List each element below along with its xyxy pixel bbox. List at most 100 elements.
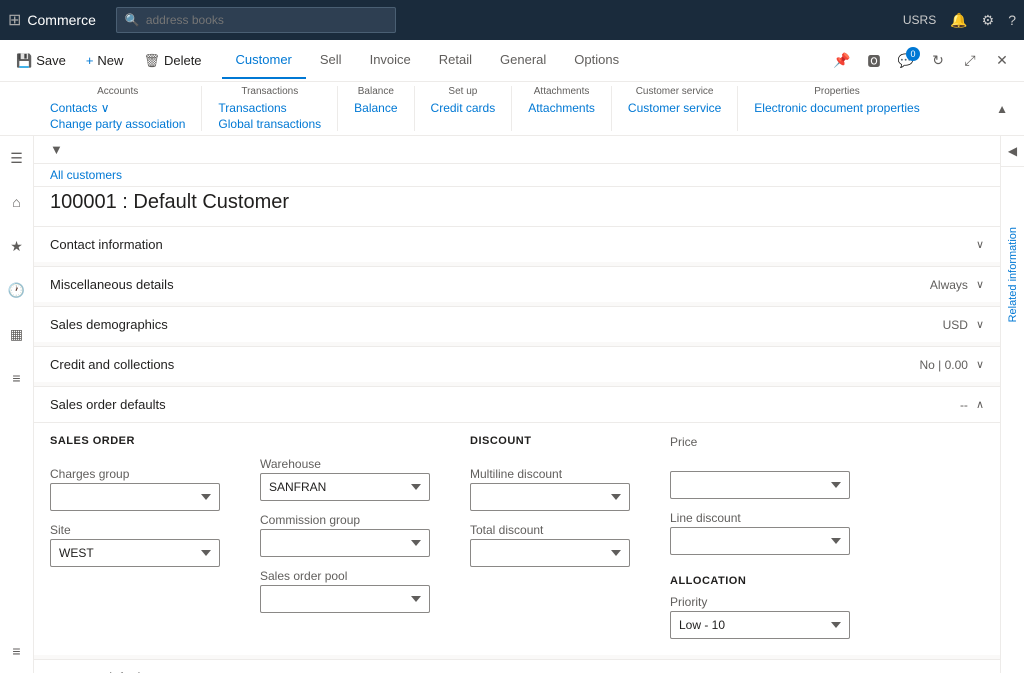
maximize-icon[interactable]: ⤢ xyxy=(956,47,984,75)
sidebar-home-icon[interactable]: ⌂ xyxy=(3,188,31,216)
ribbon-contacts[interactable]: Contacts ∨ xyxy=(50,101,109,115)
commission-group-field: Commission group xyxy=(260,513,430,557)
charges-group-field: Charges group xyxy=(50,467,220,511)
section-sales-order-defaults-header[interactable]: Sales order defaults -- ∧ xyxy=(34,386,1000,422)
section-contact-info: Contact information ∨ xyxy=(34,226,1000,262)
new-icon: + xyxy=(86,53,94,68)
tab-customer[interactable]: Customer xyxy=(222,42,306,79)
charges-group-label: Charges group xyxy=(50,467,220,481)
sidebar-menu-icon[interactable]: ☰ xyxy=(3,144,31,172)
right-panel: ◀ Related information xyxy=(1000,136,1024,673)
refresh-icon[interactable]: ↻ xyxy=(924,47,952,75)
warehouse-column: Warehouse SANFRAN CHICAGO Commission gro… xyxy=(260,457,430,639)
ribbon-group-setup: Set up Credit cards xyxy=(415,86,513,131)
section-misc-details-header[interactable]: Miscellaneous details Always ∨ xyxy=(34,266,1000,302)
pin-icon[interactable]: 📌 xyxy=(828,47,856,75)
new-button[interactable]: + New xyxy=(78,49,132,72)
warehouse-label: Warehouse xyxy=(260,457,430,471)
tab-retail[interactable]: Retail xyxy=(425,42,486,79)
office-icon[interactable]: 🅾 xyxy=(860,47,888,75)
ribbon-customer-service[interactable]: Customer service xyxy=(628,101,721,115)
ribbon-group-balance: Balance Balance xyxy=(338,86,414,131)
allocation-group-header: ALLOCATION xyxy=(670,575,850,587)
tab-options[interactable]: Options xyxy=(560,42,633,79)
filter-bar: ▼ xyxy=(34,136,1000,164)
sidebar-recent-icon[interactable]: 🕐 xyxy=(3,276,31,304)
multiline-discount-select[interactable] xyxy=(470,483,630,511)
notification-icon[interactable]: 💬 0 xyxy=(892,47,920,75)
section-credit-collections-header[interactable]: Credit and collections No | 0.00 ∨ xyxy=(34,346,1000,382)
total-discount-label: Total discount xyxy=(470,523,630,537)
related-info-label[interactable]: Related information xyxy=(1007,227,1019,322)
section-sales-demographics-header[interactable]: Sales demographics USD ∨ xyxy=(34,306,1000,342)
help-icon[interactable]: ? xyxy=(1008,12,1016,28)
priority-label: Priority xyxy=(670,595,850,609)
sales-order-pool-field: Sales order pool xyxy=(260,569,430,613)
sidebar-favorites-icon[interactable]: ★ xyxy=(3,232,31,260)
filter-icon[interactable]: ▼ xyxy=(50,142,63,157)
price-label: Price xyxy=(670,435,850,449)
commission-group-label: Commission group xyxy=(260,513,430,527)
tab-sell[interactable]: Sell xyxy=(306,42,356,79)
save-button[interactable]: 💾 Save xyxy=(8,49,74,73)
save-icon: 💾 xyxy=(16,53,32,69)
breadcrumb[interactable]: All customers xyxy=(34,164,1000,187)
ribbon-attachments[interactable]: Attachments xyxy=(528,101,595,115)
ribbon-global-transactions[interactable]: Global transactions xyxy=(218,117,321,131)
cmd-right-actions: 📌 🅾 💬 0 ↻ ⤢ ✕ xyxy=(828,47,1016,75)
search-box: 🔍 address books xyxy=(116,7,396,33)
site-select[interactable]: WEST EAST xyxy=(50,539,220,567)
contact-info-chevron: ∨ xyxy=(976,238,984,251)
ribbon-transactions[interactable]: Transactions xyxy=(218,101,286,115)
user-label: USRS xyxy=(903,13,936,27)
sales-order-pool-select[interactable] xyxy=(260,585,430,613)
search-icon: 🔍 xyxy=(125,13,140,27)
delete-button[interactable]: 🗑 Delete xyxy=(135,49,209,73)
multiline-discount-label: Multiline discount xyxy=(470,467,630,481)
main-layout: ☰ ⌂ ★ 🕐 ▦ ≡ ≡ ▼ All customers 100001 : D… xyxy=(0,136,1024,673)
warehouse-select[interactable]: SANFRAN CHICAGO xyxy=(260,473,430,501)
sales-order-group-header: SALES ORDER xyxy=(50,435,220,447)
section-contact-info-header[interactable]: Contact information ∨ xyxy=(34,226,1000,262)
settings-icon[interactable]: ⚙ xyxy=(982,12,995,29)
price-column: Price Line discount ALLOCA xyxy=(670,435,850,639)
total-discount-select[interactable] xyxy=(470,539,630,567)
ribbon-balance[interactable]: Balance xyxy=(354,101,397,115)
customer-title: 100001 : Default Customer xyxy=(50,191,984,214)
close-icon[interactable]: ✕ xyxy=(988,47,1016,75)
charges-group-select[interactable] xyxy=(50,483,220,511)
discount-group-header: DISCOUNT xyxy=(470,435,630,447)
ribbon-change-party[interactable]: Change party association xyxy=(50,117,185,131)
site-field: Site WEST EAST xyxy=(50,523,220,567)
ribbon-credit-cards[interactable]: Credit cards xyxy=(431,101,496,115)
tab-invoice[interactable]: Invoice xyxy=(356,42,425,79)
line-discount-select[interactable] xyxy=(670,527,850,555)
grid-icon[interactable]: ⊞ xyxy=(8,10,21,30)
tab-bar: Customer Sell Invoice Retail General Opt… xyxy=(222,42,634,79)
multiline-discount-field: Multiline discount xyxy=(470,467,630,511)
section-credit-collections: Credit and collections No | 0.00 ∨ xyxy=(34,346,1000,382)
price-select[interactable] xyxy=(670,471,850,499)
right-panel-collapse[interactable]: ◀ xyxy=(1001,136,1024,167)
sales-order-defaults-chevron: ∧ xyxy=(976,398,984,411)
sidebar-modules-icon[interactable]: ≡ xyxy=(3,364,31,392)
discount-column: DISCOUNT Multiline discount Total discou… xyxy=(470,435,630,639)
priority-select[interactable]: Low - 10 Medium - 5 High - 1 xyxy=(670,611,850,639)
tab-general[interactable]: General xyxy=(486,42,560,79)
section-sales-demographics: Sales demographics USD ∨ xyxy=(34,306,1000,342)
section-misc-details: Miscellaneous details Always ∨ xyxy=(34,266,1000,302)
ribbon-electronic-doc[interactable]: Electronic document properties xyxy=(754,101,919,115)
section-sales-order-defaults: Sales order defaults -- ∧ SALES ORDER Ch… xyxy=(34,386,1000,655)
commission-group-select[interactable] xyxy=(260,529,430,557)
search-input[interactable]: address books xyxy=(146,13,387,27)
ribbon-group-accounts: Accounts Contacts ∨ Change party associa… xyxy=(50,86,202,131)
sidebar-workspaces-icon[interactable]: ▦ xyxy=(3,320,31,348)
site-label: Site xyxy=(50,523,220,537)
command-bar: 💾 Save + New 🗑 Delete Customer Sell Invo… xyxy=(0,40,1024,82)
credit-collections-chevron: ∨ xyxy=(976,358,984,371)
ribbon-collapse-up[interactable]: ▲ xyxy=(996,102,1008,116)
ribbon-group-customer-service: Customer service Customer service xyxy=(612,86,738,131)
sidebar-extra-icon[interactable]: ≡ xyxy=(3,637,31,665)
ribbon-group-transactions: Transactions Transactions Global transac… xyxy=(202,86,338,131)
bell-icon[interactable]: 🔔 xyxy=(950,12,967,29)
